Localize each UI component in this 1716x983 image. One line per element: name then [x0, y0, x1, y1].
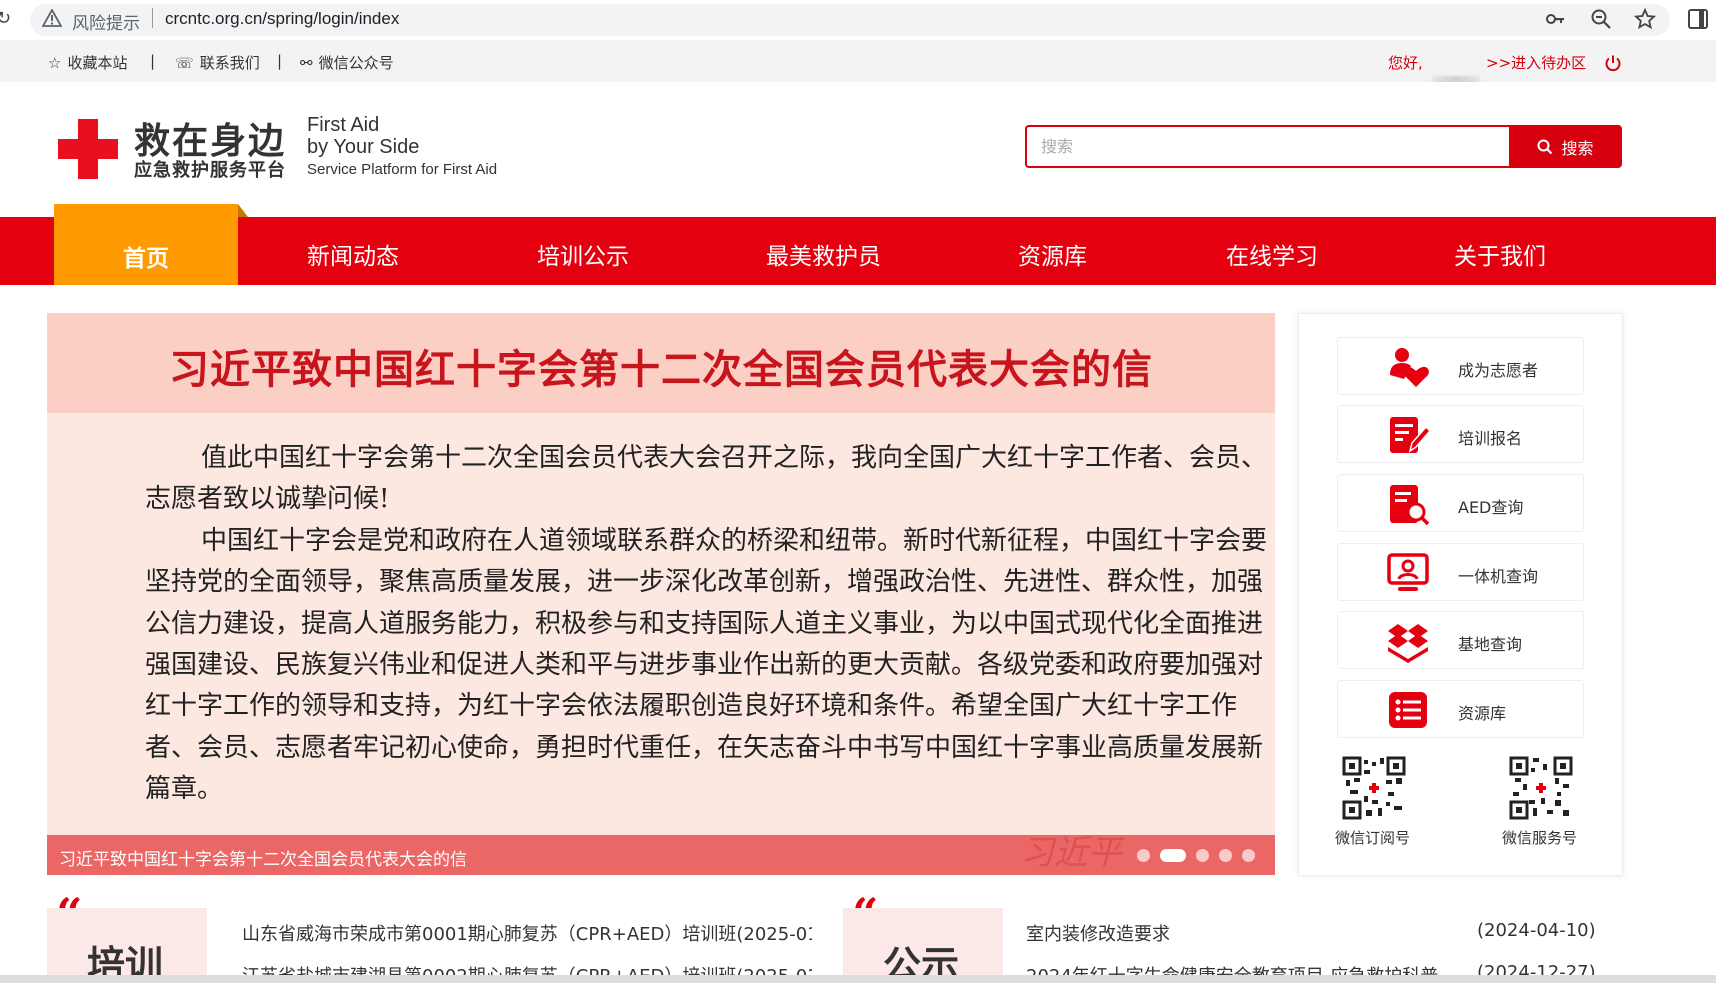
- registration-form-icon: [1390, 417, 1430, 453]
- wechat-account-link[interactable]: ⚯ 微信公众号: [300, 52, 394, 73]
- divider: |: [277, 52, 283, 70]
- key-icon[interactable]: [1544, 8, 1566, 30]
- carousel-dot[interactable]: [1219, 849, 1232, 862]
- quick-button-label: 一体机查询: [1458, 567, 1539, 586]
- horizontal-scrollbar[interactable]: [0, 975, 1716, 983]
- wechat-service-label: 微信服务号: [1502, 829, 1578, 847]
- nav-item-best-rescuers[interactable]: 最美救护员: [766, 237, 881, 271]
- main-nav: 首页 新闻动态 培训公示 最美救护员 资源库 在线学习 关于我们: [0, 204, 1716, 285]
- site-header: 救在身边 应急救护服务平台 First Aid by Your Side Ser…: [0, 82, 1716, 217]
- security-warning-label[interactable]: 风险提示: [72, 9, 140, 34]
- quick-button-label: 基地查询: [1458, 635, 1523, 654]
- contact-us-label: 联系我们: [199, 54, 260, 72]
- url-text[interactable]: crcntc.org.cn/spring/login/index: [165, 9, 399, 29]
- enter-todo-link[interactable]: >>进入待办区: [1486, 52, 1586, 73]
- carousel-dot[interactable]: [1137, 849, 1150, 862]
- notice-news-item[interactable]: 室内装修改造要求: [1026, 920, 1446, 946]
- browser-address-bar: ↻ 风险提示 crcntc.org.cn/spring/login/index: [0, 0, 1716, 40]
- resource-library-button[interactable]: 资源库: [1337, 680, 1584, 738]
- wechat-account-label: 微信公众号: [318, 54, 394, 72]
- zoom-out-icon[interactable]: [1590, 8, 1612, 30]
- headset-icon: ☏: [175, 53, 194, 72]
- red-cross-logo-icon[interactable]: [58, 119, 118, 179]
- logo-subtitle-cn: 应急救护服务平台: [134, 160, 286, 181]
- utility-bar: ☆ 收藏本站 | ☏ 联系我们 | ⚯ 微信公众号 您好, >>进入待办区: [0, 40, 1716, 134]
- logo-en-line3: Service Platform for First Aid: [307, 161, 498, 178]
- wechat-subscription-qr-icon: [1342, 756, 1406, 820]
- letter-paragraph: 值此中国红十字会第十二次全国会员代表大会召开之际，我向全国广大红十字工作者、会员…: [145, 443, 1268, 515]
- quick-access-panel: 成为志愿者 培训报名 AED查询 一体机查询 基地查询 资源库 微信订阅号 微信…: [1298, 313, 1623, 876]
- bookmark-site-link[interactable]: ☆ 收藏本站: [48, 52, 127, 73]
- kiosk-monitor-icon: [1387, 553, 1429, 591]
- carousel-dots: [1137, 849, 1255, 862]
- banner-carousel[interactable]: 习近平致中国红十字会第十二次全国会员代表大会的信 值此中国红十字会第十二次全国会…: [47, 313, 1275, 875]
- quick-button-label: 资源库: [1458, 704, 1507, 723]
- carousel-dot[interactable]: [1160, 849, 1186, 862]
- bookmark-site-label: 收藏本站: [67, 54, 128, 72]
- nav-item-resources[interactable]: 资源库: [1018, 237, 1087, 271]
- divider: |: [150, 52, 156, 70]
- wechat-service-qr-icon: [1509, 756, 1573, 820]
- nav-item-home[interactable]: 首页: [123, 239, 169, 273]
- wechat-subscription-label: 微信订阅号: [1335, 829, 1411, 847]
- sidebar-icon[interactable]: [1688, 9, 1708, 29]
- nav-item-training-notice[interactable]: 培训公示: [537, 237, 629, 271]
- banner-caption-bar: 习近平致中国红十字会第十二次全国会员代表大会的信: [47, 835, 1275, 875]
- carousel-dot[interactable]: [1242, 849, 1255, 862]
- kiosk-query-button[interactable]: 一体机查询: [1337, 543, 1584, 601]
- letter-body: 值此中国红十字会第十二次全国会员代表大会召开之际，我向全国广大红十字工作者、会员…: [145, 438, 1275, 811]
- search-input[interactable]: [1025, 125, 1510, 168]
- quick-button-label: 培训报名: [1458, 429, 1523, 448]
- banner-title: 习近平致中国红十字会第十二次全国会员代表大会的信: [169, 346, 1153, 393]
- star-icon: ☆: [48, 53, 62, 72]
- greeting-text: 您好,: [1388, 54, 1423, 72]
- volunteer-heart-icon: [1390, 348, 1429, 387]
- base-query-button[interactable]: 基地查询: [1337, 611, 1584, 669]
- nav-item-about-us[interactable]: 关于我们: [1454, 237, 1546, 271]
- reload-icon[interactable]: ↻: [0, 8, 11, 29]
- aed-search-icon: [1390, 485, 1430, 526]
- banner-caption[interactable]: 习近平致中国红十字会第十二次全国会员代表大会的信: [59, 845, 467, 870]
- address-divider: [152, 8, 153, 28]
- quick-button-label: AED查询: [1458, 498, 1524, 517]
- notice-news-date: (2024-04-10): [1477, 920, 1596, 941]
- quick-button-label: 成为志愿者: [1458, 361, 1539, 380]
- logo-en-line2: by Your Side: [307, 136, 420, 158]
- logo-en-line1: First Aid: [307, 114, 380, 136]
- training-registration-button[interactable]: 培训报名: [1337, 405, 1584, 463]
- nav-item-online-learning[interactable]: 在线学习: [1226, 237, 1318, 271]
- wechat-icon: ⚯: [300, 53, 313, 72]
- aed-query-button[interactable]: AED查询: [1337, 474, 1584, 532]
- search-button-label: 搜索: [1561, 138, 1594, 158]
- search-button[interactable]: 搜索: [1509, 125, 1622, 168]
- carousel-dot[interactable]: [1196, 849, 1209, 862]
- base-boxes-icon: [1388, 624, 1428, 663]
- bookmark-star-icon[interactable]: [1634, 8, 1656, 30]
- resource-list-icon: [1389, 692, 1427, 728]
- search-icon: [1537, 139, 1553, 154]
- power-icon[interactable]: [1604, 54, 1622, 72]
- contact-us-link[interactable]: ☏ 联系我们: [175, 52, 260, 73]
- nav-item-news[interactable]: 新闻动态: [307, 237, 399, 271]
- letter-paragraph: 中国红十字会是党和政府在人道领域联系群众的桥梁和纽带。新时代新征程，中国红十字会…: [145, 525, 1268, 805]
- warning-icon[interactable]: [42, 9, 62, 27]
- volunteer-button[interactable]: 成为志愿者: [1337, 337, 1584, 395]
- training-news-item[interactable]: 山东省威海市荣成市第0001期心肺复苏（CPR+AED）培训班(2025-01-: [242, 920, 812, 946]
